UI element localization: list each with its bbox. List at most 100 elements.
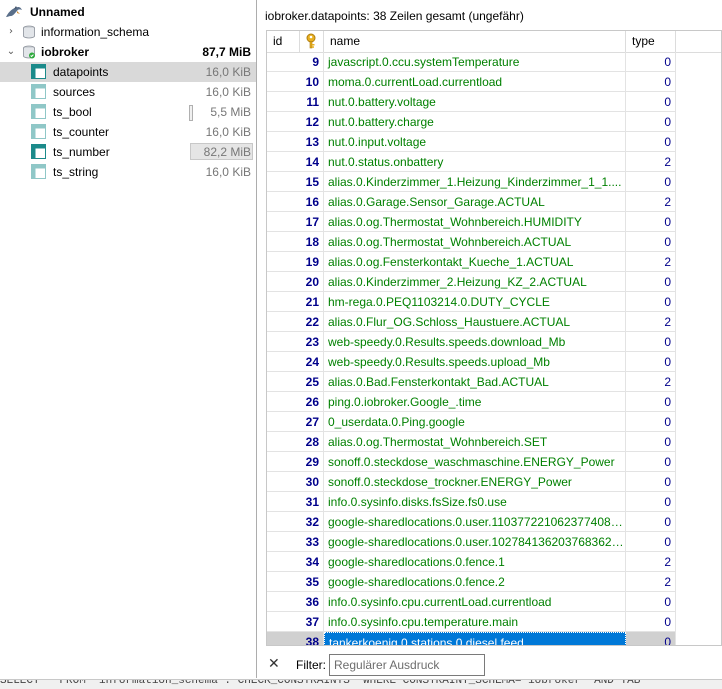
cell-id[interactable]: 22 — [267, 312, 324, 332]
cell-id[interactable]: 11 — [267, 92, 324, 112]
cell-type[interactable]: 0 — [626, 272, 676, 292]
cell-id[interactable]: 18 — [267, 232, 324, 252]
cell-name[interactable]: alias.0.Garage.Sensor_Garage.ACTUAL — [324, 192, 626, 212]
table-row[interactable]: 20 alias.0.Kinderzimmer_2.Heizung_KZ_2.AC… — [267, 272, 721, 292]
tree-table-ts-string[interactable]: ts_string 16,0 KiB — [0, 162, 256, 182]
cell-id[interactable]: 26 — [267, 392, 324, 412]
cell-name[interactable]: nut.0.battery.charge — [324, 112, 626, 132]
cell-type[interactable]: 0 — [626, 452, 676, 472]
cell-type[interactable]: 2 — [626, 152, 676, 172]
cell-name[interactable]: nut.0.battery.voltage — [324, 92, 626, 112]
table-row[interactable]: 23 web-speedy.0.Results.speeds.download_M… — [267, 332, 721, 352]
cell-name[interactable]: alias.0.og.Fensterkontakt_Kueche_1.ACTUA… — [324, 252, 626, 272]
cell-name[interactable]: web-speedy.0.Results.speeds.upload_Mb — [324, 352, 626, 372]
chevron-down-icon[interactable]: ⌄ — [6, 47, 16, 57]
cell-id[interactable]: 36 — [267, 592, 324, 612]
cell-name[interactable]: alias.0.Kinderzimmer_2.Heizung_KZ_2.ACTU… — [324, 272, 626, 292]
cell-name[interactable]: alias.0.Flur_OG.Schloss_Haustuere.ACTUAL — [324, 312, 626, 332]
cell-id[interactable]: 34 — [267, 552, 324, 572]
table-row[interactable]: 10 moma.0.currentLoad.currentload 0 — [267, 72, 721, 92]
cell-id[interactable]: 37 — [267, 612, 324, 632]
cell-id[interactable]: 24 — [267, 352, 324, 372]
tree-connection-unnamed[interactable]: Unnamed — [0, 2, 256, 22]
table-row[interactable]: 15 alias.0.Kinderzimmer_1.Heizung_Kinderz… — [267, 172, 721, 192]
cell-name[interactable]: sonoff.0.steckdose_waschmaschine.ENERGY_… — [324, 452, 626, 472]
data-grid[interactable]: id name type 9 javascript.0.ccu.systemTem… — [266, 30, 722, 646]
table-row[interactable]: 14 nut.0.status.onbattery 2 — [267, 152, 721, 172]
cell-name[interactable]: info.0.sysinfo.cpu.temperature.main — [324, 612, 626, 632]
cell-name[interactable]: info.0.sysinfo.cpu.currentLoad.currentlo… — [324, 592, 626, 612]
cell-type[interactable]: 0 — [626, 212, 676, 232]
cell-type[interactable]: 0 — [626, 172, 676, 192]
cell-id[interactable]: 15 — [267, 172, 324, 192]
table-row[interactable]: 11 nut.0.battery.voltage 0 — [267, 92, 721, 112]
table-row[interactable]: 27 0_userdata.0.Ping.google 0 — [267, 412, 721, 432]
cell-id[interactable]: 33 — [267, 532, 324, 552]
cell-type[interactable]: 0 — [626, 232, 676, 252]
table-row[interactable]: 24 web-speedy.0.Results.speeds.upload_Mb 0 — [267, 352, 721, 372]
table-row[interactable]: 25 alias.0.Bad.Fensterkontakt_Bad.ACTUAL 2 — [267, 372, 721, 392]
table-row[interactable]: 36 info.0.sysinfo.cpu.currentLoad.current… — [267, 592, 721, 612]
cell-type[interactable]: 0 — [626, 72, 676, 92]
table-row[interactable]: 26 ping.0.iobroker.Google_.time 0 — [267, 392, 721, 412]
cell-name[interactable]: alias.0.Kinderzimmer_1.Heizung_Kinderzim… — [324, 172, 626, 192]
cell-id[interactable]: 25 — [267, 372, 324, 392]
cell-type[interactable]: 0 — [626, 352, 676, 372]
tree-table-ts-bool[interactable]: ts_bool 5,5 MiB — [0, 102, 256, 122]
cell-name[interactable]: ping.0.iobroker.Google_.time — [324, 392, 626, 412]
cell-type[interactable]: 2 — [626, 252, 676, 272]
cell-name[interactable]: alias.0.Bad.Fensterkontakt_Bad.ACTUAL — [324, 372, 626, 392]
tree-table-sources[interactable]: sources 16,0 KiB — [0, 82, 256, 102]
cell-type[interactable]: 0 — [626, 112, 676, 132]
cell-name[interactable]: nut.0.input.voltage — [324, 132, 626, 152]
table-row[interactable]: 17 alias.0.og.Thermostat_Wohnbereich.HUMI… — [267, 212, 721, 232]
cell-name[interactable]: web-speedy.0.Results.speeds.download_Mb — [324, 332, 626, 352]
cell-id[interactable]: 12 — [267, 112, 324, 132]
cell-type[interactable]: 0 — [626, 632, 676, 645]
cell-id[interactable]: 35 — [267, 572, 324, 592]
cell-type[interactable]: 0 — [626, 432, 676, 452]
cell-type[interactable]: 0 — [626, 472, 676, 492]
cell-type[interactable]: 0 — [626, 392, 676, 412]
cell-name[interactable]: alias.0.og.Thermostat_Wohnbereich.ACTUAL — [324, 232, 626, 252]
table-row[interactable]: 19 alias.0.og.Fensterkontakt_Kueche_1.ACT… — [267, 252, 721, 272]
cell-name[interactable]: 0_userdata.0.Ping.google — [324, 412, 626, 432]
cell-type[interactable]: 0 — [626, 292, 676, 312]
column-header-key[interactable] — [300, 31, 324, 52]
tree-table-ts-number[interactable]: ts_number 82,2 MiB — [0, 142, 256, 162]
cell-type[interactable]: 0 — [626, 492, 676, 512]
cell-type[interactable]: 0 — [626, 512, 676, 532]
tree-db-iobroker[interactable]: ⌄ iobroker 87,7 MiB — [0, 42, 256, 62]
cell-name[interactable]: javascript.0.ccu.systemTemperature — [324, 52, 626, 72]
cell-name[interactable]: google-sharedlocations.0.fence.1 — [324, 552, 626, 572]
table-row[interactable]: 21 hm-rega.0.PEQ1103214.0.DUTY_CYCLE 0 — [267, 292, 721, 312]
cell-id[interactable]: 9 — [267, 52, 324, 72]
column-header-id[interactable]: id — [267, 31, 300, 52]
cell-type[interactable]: 2 — [626, 572, 676, 592]
cell-id[interactable]: 31 — [267, 492, 324, 512]
table-row[interactable]: 12 nut.0.battery.charge 0 — [267, 112, 721, 132]
table-row[interactable]: 31 info.0.sysinfo.disks.fsSize.fs0.use 0 — [267, 492, 721, 512]
table-row[interactable]: 35 google-sharedlocations.0.fence.2 2 — [267, 572, 721, 592]
table-row[interactable]: 34 google-sharedlocations.0.fence.1 2 — [267, 552, 721, 572]
table-row[interactable]: 38 tankerkoenig.0.stations.0.diesel.feed 0 — [267, 632, 721, 645]
cell-id[interactable]: 23 — [267, 332, 324, 352]
cell-type[interactable]: 2 — [626, 552, 676, 572]
cell-id[interactable]: 21 — [267, 292, 324, 312]
cell-name[interactable]: moma.0.currentLoad.currentload — [324, 72, 626, 92]
table-row[interactable]: 30 sonoff.0.steckdose_trockner.ENERGY_Pow… — [267, 472, 721, 492]
cell-id[interactable]: 19 — [267, 252, 324, 272]
cell-name[interactable]: google-sharedlocations.0.user.1027841362… — [324, 532, 626, 552]
cell-id[interactable]: 16 — [267, 192, 324, 212]
table-row[interactable]: 18 alias.0.og.Thermostat_Wohnbereich.ACTU… — [267, 232, 721, 252]
cell-id[interactable]: 17 — [267, 212, 324, 232]
cell-id[interactable]: 14 — [267, 152, 324, 172]
cell-name[interactable]: nut.0.status.onbattery — [324, 152, 626, 172]
table-row[interactable]: 9 javascript.0.ccu.systemTemperature 0 — [267, 52, 721, 72]
cell-id[interactable]: 30 — [267, 472, 324, 492]
cell-id[interactable]: 28 — [267, 432, 324, 452]
table-row[interactable]: 37 info.0.sysinfo.cpu.temperature.main 0 — [267, 612, 721, 632]
cell-type[interactable]: 0 — [626, 52, 676, 72]
cell-name[interactable]: info.0.sysinfo.disks.fsSize.fs0.use — [324, 492, 626, 512]
close-icon[interactable]: ✕ — [268, 656, 280, 672]
